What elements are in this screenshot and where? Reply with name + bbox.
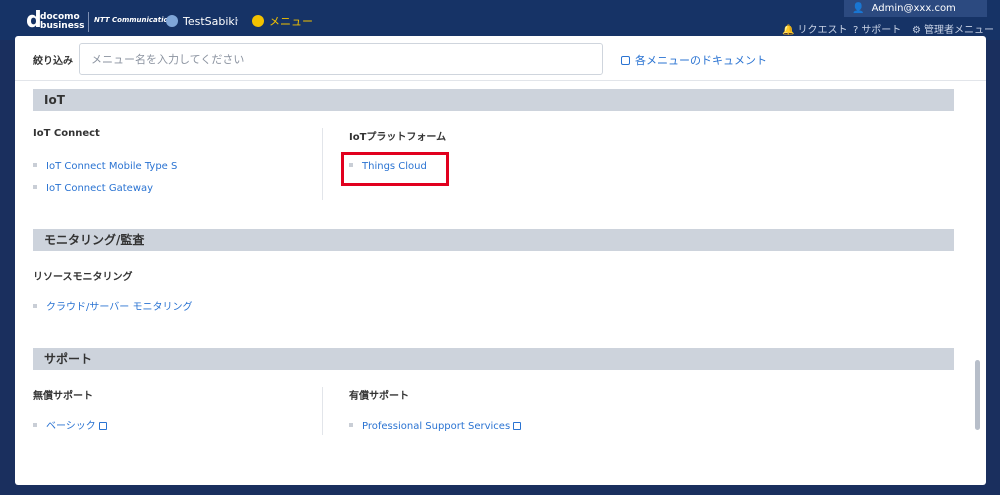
user-account-button[interactable]: 👤 Admin@xxx.com bbox=[844, 0, 987, 17]
logo-text: docomo business bbox=[40, 12, 85, 31]
logo-divider bbox=[88, 12, 89, 32]
top-navigation-bar: d docomo business NTT Communications Tes… bbox=[0, 0, 1000, 40]
column-divider bbox=[322, 387, 323, 435]
user-name: Admin@xxx.com bbox=[871, 3, 956, 14]
menu-item-iot-connect-gateway[interactable]: IoT Connect Gateway bbox=[33, 183, 153, 195]
external-link-icon bbox=[513, 422, 522, 430]
group-title-iot-connect: IoT Connect bbox=[33, 128, 100, 139]
breadcrumb-chevron-icon: › bbox=[234, 13, 240, 28]
menu-item-cloud-server-monitoring[interactable]: クラウド/サーバー モニタリング bbox=[33, 302, 192, 314]
group-title-free-support: 無償サポート bbox=[33, 391, 93, 402]
menu-item-iot-connect-mobile[interactable]: IoT Connect Mobile Type S bbox=[33, 161, 177, 173]
filter-bar: 絞り込み 各メニューのドキュメント bbox=[15, 36, 986, 81]
external-link-icon bbox=[621, 56, 630, 65]
user-icon: 👤 bbox=[852, 3, 865, 14]
tenant-icon bbox=[166, 15, 178, 27]
section-header-support: サポート bbox=[33, 348, 954, 370]
menu-item-professional-support[interactable]: Professional Support Services bbox=[349, 421, 522, 433]
highlight-box bbox=[341, 152, 449, 186]
group-title-resource-monitoring: リソースモニタリング bbox=[33, 272, 133, 283]
bullet-icon bbox=[33, 185, 37, 189]
bullet-icon bbox=[33, 304, 37, 308]
group-title-iot-platform: IoTプラットフォーム bbox=[349, 132, 447, 143]
bullet-icon bbox=[349, 423, 353, 427]
section-header-iot: IoT bbox=[33, 89, 954, 111]
breadcrumb-menu[interactable]: メニュー bbox=[252, 15, 313, 29]
menu-item-basic-support[interactable]: ベーシック bbox=[33, 421, 107, 433]
breadcrumb-tenant[interactable]: TestSabiki bbox=[166, 15, 238, 29]
ntt-logo: NTT Communications bbox=[94, 16, 178, 24]
section-header-monitoring: モニタリング/監査 bbox=[33, 229, 954, 251]
external-link-icon bbox=[98, 422, 107, 430]
scrollbar-thumb[interactable] bbox=[975, 360, 980, 430]
menu-search-input[interactable] bbox=[79, 43, 603, 75]
column-divider bbox=[322, 128, 323, 200]
filter-label: 絞り込み bbox=[33, 56, 73, 67]
bullet-icon bbox=[33, 163, 37, 167]
menu-icon bbox=[252, 15, 264, 27]
menu-panel: 絞り込み 各メニューのドキュメント IoT IoT Connect IoT Co… bbox=[15, 36, 986, 485]
group-title-paid-support: 有償サポート bbox=[349, 391, 409, 402]
bullet-icon bbox=[33, 423, 37, 427]
docomo-business-logo[interactable]: d docomo business bbox=[26, 10, 86, 34]
menu-documents-link[interactable]: 各メニューのドキュメント bbox=[621, 52, 767, 68]
